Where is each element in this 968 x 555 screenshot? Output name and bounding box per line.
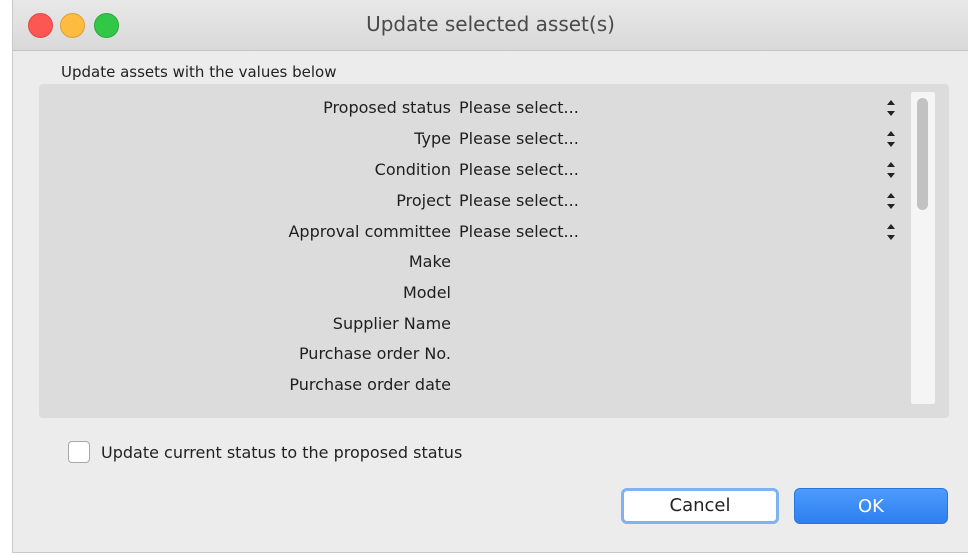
field-label: Purchase order date — [289, 375, 451, 394]
type-select[interactable]: Please select... — [459, 129, 579, 148]
field-row-make: Make — [39, 248, 909, 278]
dialog-window: Update selected asset(s) Update assets w… — [12, 0, 968, 553]
field-row-purchase-order-no: Purchase order No. — [39, 340, 909, 370]
field-label: Make — [408, 252, 451, 271]
field-row-approval-committee: Approval committee Please select... — [39, 218, 909, 248]
condition-select[interactable]: Please select... — [459, 160, 579, 179]
select-stepper-icon[interactable] — [884, 221, 898, 243]
field-row-supplier-name: Supplier Name — [39, 310, 909, 340]
proposed-status-select[interactable]: Please select... — [459, 98, 579, 117]
field-row-project: Project Please select... — [39, 187, 909, 217]
field-row-type: Type Please select... — [39, 125, 909, 155]
field-label: Purchase order No. — [298, 344, 451, 363]
field-row-condition: Condition Please select... — [39, 156, 909, 186]
field-label: Type — [414, 129, 451, 148]
field-row-proposed-status: Proposed status Please select... — [39, 94, 909, 124]
field-row-purchase-order-date: Purchase order date — [39, 371, 909, 401]
field-label: Proposed status — [323, 98, 451, 117]
field-label: Approval committee — [288, 222, 451, 241]
vertical-scrollbar[interactable] — [911, 92, 935, 404]
scrollbar-thumb[interactable] — [917, 98, 928, 210]
select-stepper-icon[interactable] — [884, 190, 898, 212]
select-stepper-icon[interactable] — [884, 128, 898, 150]
title-bar[interactable]: Update selected asset(s) — [13, 0, 968, 51]
ok-button[interactable]: OK — [794, 488, 948, 524]
fields-panel: Proposed status Please select... Type Pl… — [39, 84, 949, 418]
approval-committee-select[interactable]: Please select... — [459, 222, 579, 241]
update-status-checkbox-label[interactable]: Update current status to the proposed st… — [101, 443, 462, 462]
field-label: Condition — [374, 160, 451, 179]
select-stepper-icon[interactable] — [884, 97, 898, 119]
field-label: Model — [402, 283, 451, 302]
window-title: Update selected asset(s) — [366, 12, 615, 36]
cancel-button[interactable]: Cancel — [621, 488, 779, 524]
select-stepper-icon[interactable] — [884, 159, 898, 181]
field-label: Supplier Name — [332, 314, 451, 333]
field-label: Project — [396, 191, 451, 210]
update-status-checkbox[interactable] — [68, 441, 90, 463]
group-caption: Update assets with the values below — [61, 63, 337, 81]
project-select[interactable]: Please select... — [459, 191, 579, 210]
field-row-model: Model — [39, 279, 909, 309]
